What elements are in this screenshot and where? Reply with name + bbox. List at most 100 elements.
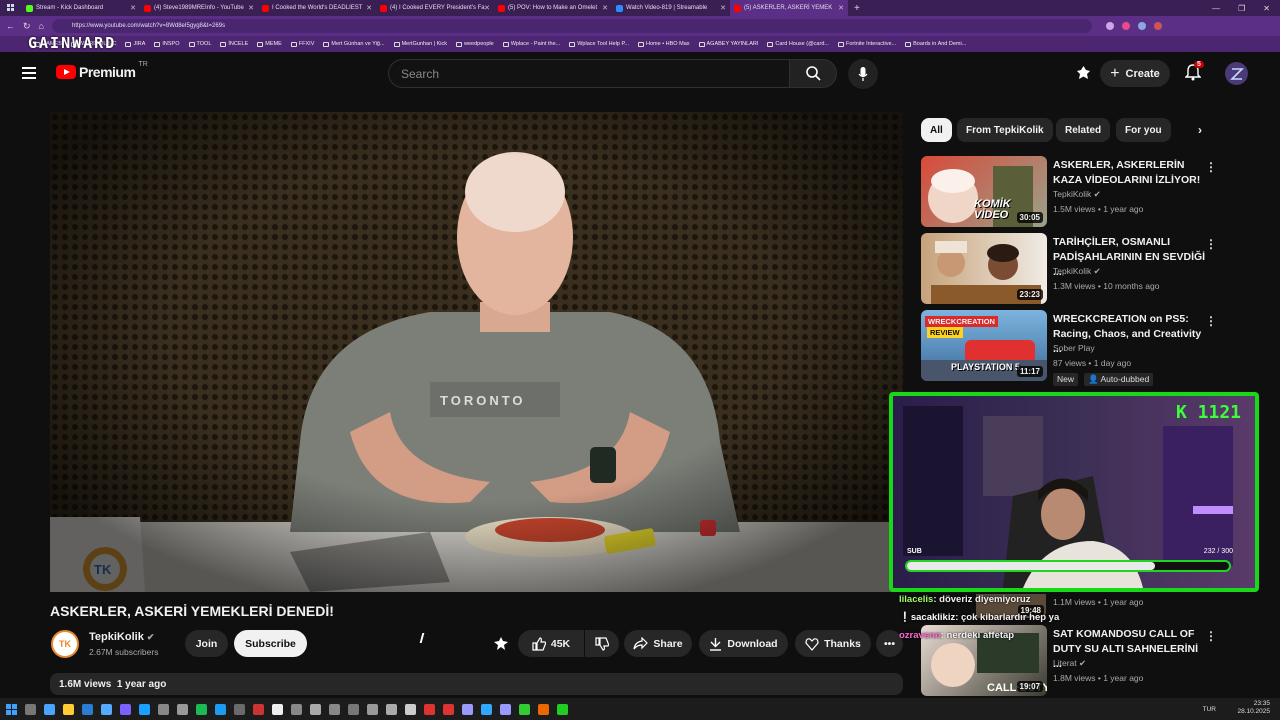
ask-ai-icon[interactable] xyxy=(493,636,510,657)
menu-icon[interactable] xyxy=(22,66,36,84)
extension-icon[interactable] xyxy=(1137,22,1146,30)
taskbar-app-icon[interactable] xyxy=(557,703,568,715)
voice-search-button[interactable] xyxy=(848,59,878,89)
video-thumbnail[interactable]: KOMİK VİDEO 30:05 xyxy=(921,156,1047,227)
taskbar-app-icon[interactable] xyxy=(443,703,454,715)
profile-avatar[interactable] xyxy=(1153,22,1162,30)
bookmark-item[interactable]: JIRA xyxy=(125,41,145,47)
browser-tab-active[interactable]: (5) ASKERLER, ASKERİ YEMEK ✕ xyxy=(730,0,848,16)
dislike-button[interactable] xyxy=(585,630,619,657)
video-thumbnail[interactable]: 23:23 xyxy=(921,233,1047,304)
taskbar-app-icon[interactable] xyxy=(234,703,245,715)
share-button[interactable]: Share xyxy=(624,630,692,657)
taskbar-app-icon[interactable] xyxy=(253,703,264,715)
taskbar-app-icon[interactable] xyxy=(44,703,55,715)
account-avatar[interactable] xyxy=(1225,62,1248,85)
taskbar-app-icon[interactable] xyxy=(424,703,435,715)
chevron-right-icon[interactable]: › xyxy=(1198,123,1202,137)
taskbar-app-icon[interactable] xyxy=(196,703,207,715)
channel-name[interactable]: TepkiKolik ✔ xyxy=(1053,189,1101,200)
bookmark-item[interactable]: MEME xyxy=(257,41,282,47)
taskbar-app-icon[interactable] xyxy=(25,703,36,715)
taskbar-app-icon[interactable] xyxy=(386,703,397,715)
browser-tab[interactable]: (4) I Cooked EVERY President's Fa ✕ xyxy=(376,0,494,16)
video-player[interactable]: TORONTO TK xyxy=(50,112,903,592)
taskbar-app-icon[interactable] xyxy=(215,703,226,715)
bookmark-item[interactable]: Fortnite Interactive... xyxy=(837,41,896,47)
minimize-icon[interactable]: — xyxy=(1212,4,1220,13)
taskbar-app-icon[interactable] xyxy=(101,703,112,715)
close-icon[interactable]: ✕ xyxy=(602,4,608,12)
taskbar-app-icon[interactable] xyxy=(405,703,416,715)
bookmark-item[interactable]: TOOL xyxy=(188,41,211,47)
thanks-button[interactable]: Thanks xyxy=(795,630,871,657)
taskbar-app-icon[interactable] xyxy=(538,703,549,715)
url-field[interactable]: https://www.youtube.com/watch?v=8Wd8eI5g… xyxy=(51,19,1092,33)
taskbar-app-icon[interactable] xyxy=(291,703,302,715)
search-input[interactable]: Search xyxy=(388,59,790,88)
browser-tab[interactable]: (5) POV: How to Make an Omelet ✕ xyxy=(494,0,612,16)
window-close-icon[interactable]: ✕ xyxy=(1263,4,1270,13)
channel-name[interactable]: TepkiKolik ✔ xyxy=(89,631,154,643)
taskbar-app-icon[interactable] xyxy=(367,703,378,715)
extension-icon[interactable] xyxy=(1105,22,1114,30)
subscribe-button[interactable]: Subscribe xyxy=(234,630,307,657)
search-button[interactable] xyxy=(789,59,837,88)
taskbar-app-icon[interactable] xyxy=(139,703,150,715)
close-icon[interactable]: ✕ xyxy=(248,4,254,12)
bookmark-item[interactable]: Mert Günhan ve Yiğ... xyxy=(323,41,385,47)
close-icon[interactable]: ✕ xyxy=(720,4,726,12)
channel-name[interactable]: TepkiKolik ✔ xyxy=(1053,266,1101,277)
extension-icon[interactable] xyxy=(1121,22,1130,30)
close-icon[interactable]: ✕ xyxy=(838,4,844,12)
notifications-button[interactable]: 5 xyxy=(1184,61,1204,86)
chip-for-you[interactable]: For you xyxy=(1116,118,1171,142)
channel-avatar[interactable]: TK xyxy=(51,630,79,658)
close-icon[interactable]: ✕ xyxy=(366,4,372,12)
new-tab-icon[interactable]: + xyxy=(854,3,860,14)
shorts-icon[interactable] xyxy=(1076,65,1091,85)
kebab-menu-icon[interactable]: ⋮ xyxy=(1205,237,1217,251)
taskbar-app-icon[interactable] xyxy=(158,703,169,715)
taskbar-app-icon[interactable] xyxy=(272,703,283,715)
kebab-menu-icon[interactable]: ⋮ xyxy=(1205,629,1217,643)
chip-all[interactable]: All xyxy=(921,118,952,142)
kebab-menu-icon[interactable]: ⋮ xyxy=(1205,314,1217,328)
browser-tab[interactable]: (4) Steve1989MREInfo - YouTube ✕ xyxy=(140,0,258,16)
taskbar-app-icon[interactable] xyxy=(120,703,131,715)
taskbar-app-icon[interactable] xyxy=(82,703,93,715)
bookmark-item[interactable]: FFXIV xyxy=(290,41,314,47)
system-clock[interactable]: 23:35 28.10.2025 xyxy=(1237,700,1270,716)
restore-icon[interactable]: ❐ xyxy=(1238,4,1245,13)
taskbar-app-icon[interactable] xyxy=(519,703,530,715)
youtube-logo[interactable]: Premium TR xyxy=(56,61,148,80)
taskbar-app-icon[interactable] xyxy=(310,703,321,715)
bookmark-item[interactable]: MertGunhan | Kick xyxy=(393,41,447,47)
bookmark-item[interactable]: İNCELE xyxy=(220,41,248,47)
taskbar-app-icon[interactable] xyxy=(348,703,359,715)
chip-related[interactable]: Related xyxy=(1056,118,1111,142)
browser-tab[interactable]: Stream - Kick Dashboard ✕ xyxy=(22,0,140,16)
home-icon[interactable]: ⌂ xyxy=(39,21,44,31)
recommended-video[interactable]: 23:23 TARİHÇİLER, OSMANLI PADİŞAHLARININ… xyxy=(921,233,1221,305)
taskbar-app-icon[interactable] xyxy=(329,703,340,715)
description-box[interactable]: 1.6M views 1 year ago xyxy=(50,673,903,695)
chip-from-channel[interactable]: From TepkiKolik xyxy=(957,118,1053,142)
bookmark-item[interactable]: Boards in And Demi... xyxy=(905,41,966,47)
language-indicator[interactable]: TUR xyxy=(1203,706,1216,713)
taskbar-app-icon[interactable] xyxy=(500,703,511,715)
download-button[interactable]: Download xyxy=(699,630,788,657)
browser-tab[interactable]: I Cooked the World's DEADLIEST ✕ xyxy=(258,0,376,16)
recommended-video[interactable]: KOMİK VİDEO 30:05 ASKERLER, ASKERLERİN K… xyxy=(921,156,1221,228)
bookmark-item[interactable]: AGABEY YAYINLARI xyxy=(698,41,758,47)
join-button[interactable]: Join xyxy=(185,630,228,657)
browser-tab[interactable]: Watch Video-819 | Streamable ✕ xyxy=(612,0,730,16)
bookmark-item[interactable]: weedpeople xyxy=(456,41,494,47)
back-icon[interactable]: ← xyxy=(6,21,15,31)
bookmark-item[interactable]: Card House (@card... xyxy=(767,41,829,47)
recommended-video[interactable]: WRECKCREATION REVIEW PLAYSTATION 5 11:17… xyxy=(921,310,1221,386)
bookmark-item[interactable]: INSPO xyxy=(154,41,180,47)
refresh-icon[interactable]: ↻ xyxy=(23,21,31,32)
kebab-menu-icon[interactable]: ⋮ xyxy=(1205,160,1217,174)
channel-name[interactable]: Sober Play xyxy=(1053,343,1095,353)
